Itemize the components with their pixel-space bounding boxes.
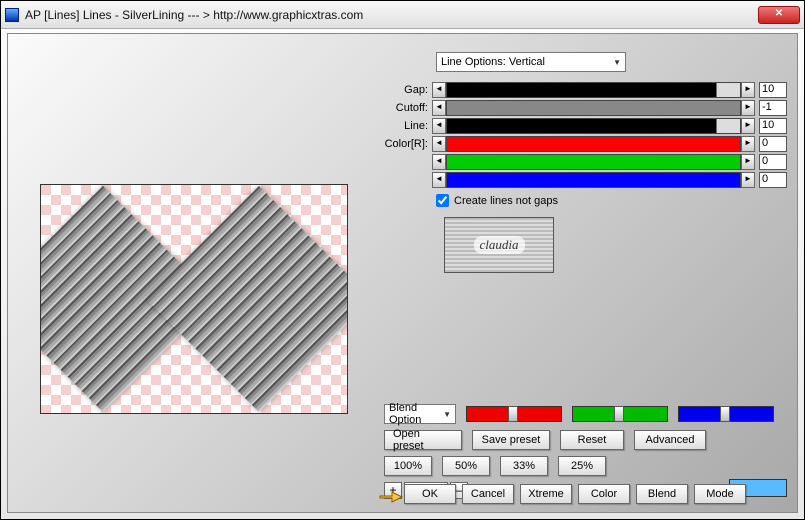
line-options-value: Line Options: Vertical [441, 56, 545, 68]
dialog-body: Line Options: Vertical Gap:◄►10Cutoff:◄►… [7, 33, 798, 513]
advanced-button[interactable]: Advanced [634, 430, 706, 450]
reset-button[interactable]: Reset [560, 430, 624, 450]
line-options-dropdown[interactable]: Line Options: Vertical [436, 52, 626, 72]
zoom-33-button[interactable]: 33% [500, 456, 548, 476]
blend-option-dropdown[interactable]: Blend Option [384, 404, 456, 424]
colorG-slider[interactable] [446, 154, 741, 170]
line-inc[interactable]: ► [741, 118, 755, 134]
bottom-buttons: OK Cancel Xtreme Color Blend Mode [404, 484, 746, 504]
gap-value[interactable]: 10 [759, 82, 787, 98]
blue-slider[interactable] [678, 406, 774, 422]
color-button[interactable]: Color [578, 484, 630, 504]
zoom-100-button[interactable]: 100% [384, 456, 432, 476]
red-slider[interactable] [466, 406, 562, 422]
cancel-button[interactable]: Cancel [462, 484, 514, 504]
cutoff-value[interactable]: -1 [759, 100, 787, 116]
brand-logo-text: claudia [474, 236, 525, 254]
close-button[interactable]: ✕ [758, 6, 800, 24]
brand-logo: claudia [444, 217, 554, 273]
ok-button[interactable]: OK [404, 484, 456, 504]
colorG-inc[interactable]: ► [741, 154, 755, 170]
colorB-inc[interactable]: ► [741, 172, 755, 188]
colorR-slider[interactable] [446, 136, 741, 152]
window-title: AP [Lines] Lines - SilverLining --- > ht… [25, 8, 758, 22]
zoom-25-button[interactable]: 25% [558, 456, 606, 476]
gap-slider[interactable] [446, 82, 741, 98]
colorR-dec[interactable]: ◄ [432, 136, 446, 152]
colorB-value[interactable]: 0 [759, 172, 787, 188]
line-label: Line: [384, 120, 432, 132]
cutoff-inc[interactable]: ► [741, 100, 755, 116]
colorR-inc[interactable]: ► [741, 136, 755, 152]
open-preset-button[interactable]: Open preset [384, 430, 462, 450]
xtreme-button[interactable]: Xtreme [520, 484, 572, 504]
colorG-dec[interactable]: ◄ [432, 154, 446, 170]
app-window: AP [Lines] Lines - SilverLining --- > ht… [0, 0, 805, 520]
cutoff-label: Cutoff: [384, 102, 432, 114]
colorR-value[interactable]: 0 [759, 136, 787, 152]
mode-button[interactable]: Mode [694, 484, 746, 504]
line-slider[interactable] [446, 118, 741, 134]
gap-label: Gap: [384, 84, 432, 96]
colorB-dec[interactable]: ◄ [432, 172, 446, 188]
colorR-label: Color[R]: [384, 138, 432, 150]
line-value[interactable]: 10 [759, 118, 787, 134]
blend-option-label: Blend Option [389, 402, 443, 426]
gap-dec[interactable]: ◄ [432, 82, 446, 98]
create-lines-checkbox-row: Create lines not gaps [436, 194, 787, 207]
preview-shape [146, 186, 348, 412]
cutoff-slider[interactable] [446, 100, 741, 116]
green-thumb[interactable] [614, 406, 624, 422]
titlebar: AP [Lines] Lines - SilverLining --- > ht… [1, 1, 804, 29]
green-slider[interactable] [572, 406, 668, 422]
create-lines-checkbox[interactable] [436, 194, 449, 207]
preview-pane [40, 184, 348, 414]
app-icon [5, 8, 19, 22]
cutoff-dec[interactable]: ◄ [432, 100, 446, 116]
gap-inc[interactable]: ► [741, 82, 755, 98]
save-preset-button[interactable]: Save preset [472, 430, 550, 450]
colorB-slider[interactable] [446, 172, 741, 188]
controls-panel: Line Options: Vertical Gap:◄►10Cutoff:◄►… [384, 52, 787, 273]
zoom-50-button[interactable]: 50% [442, 456, 490, 476]
blue-thumb[interactable] [720, 406, 730, 422]
colorG-value[interactable]: 0 [759, 154, 787, 170]
create-lines-label: Create lines not gaps [454, 195, 558, 207]
pointing-hand-icon [378, 486, 404, 506]
blend-button[interactable]: Blend [636, 484, 688, 504]
red-thumb[interactable] [508, 406, 518, 422]
line-dec[interactable]: ◄ [432, 118, 446, 134]
